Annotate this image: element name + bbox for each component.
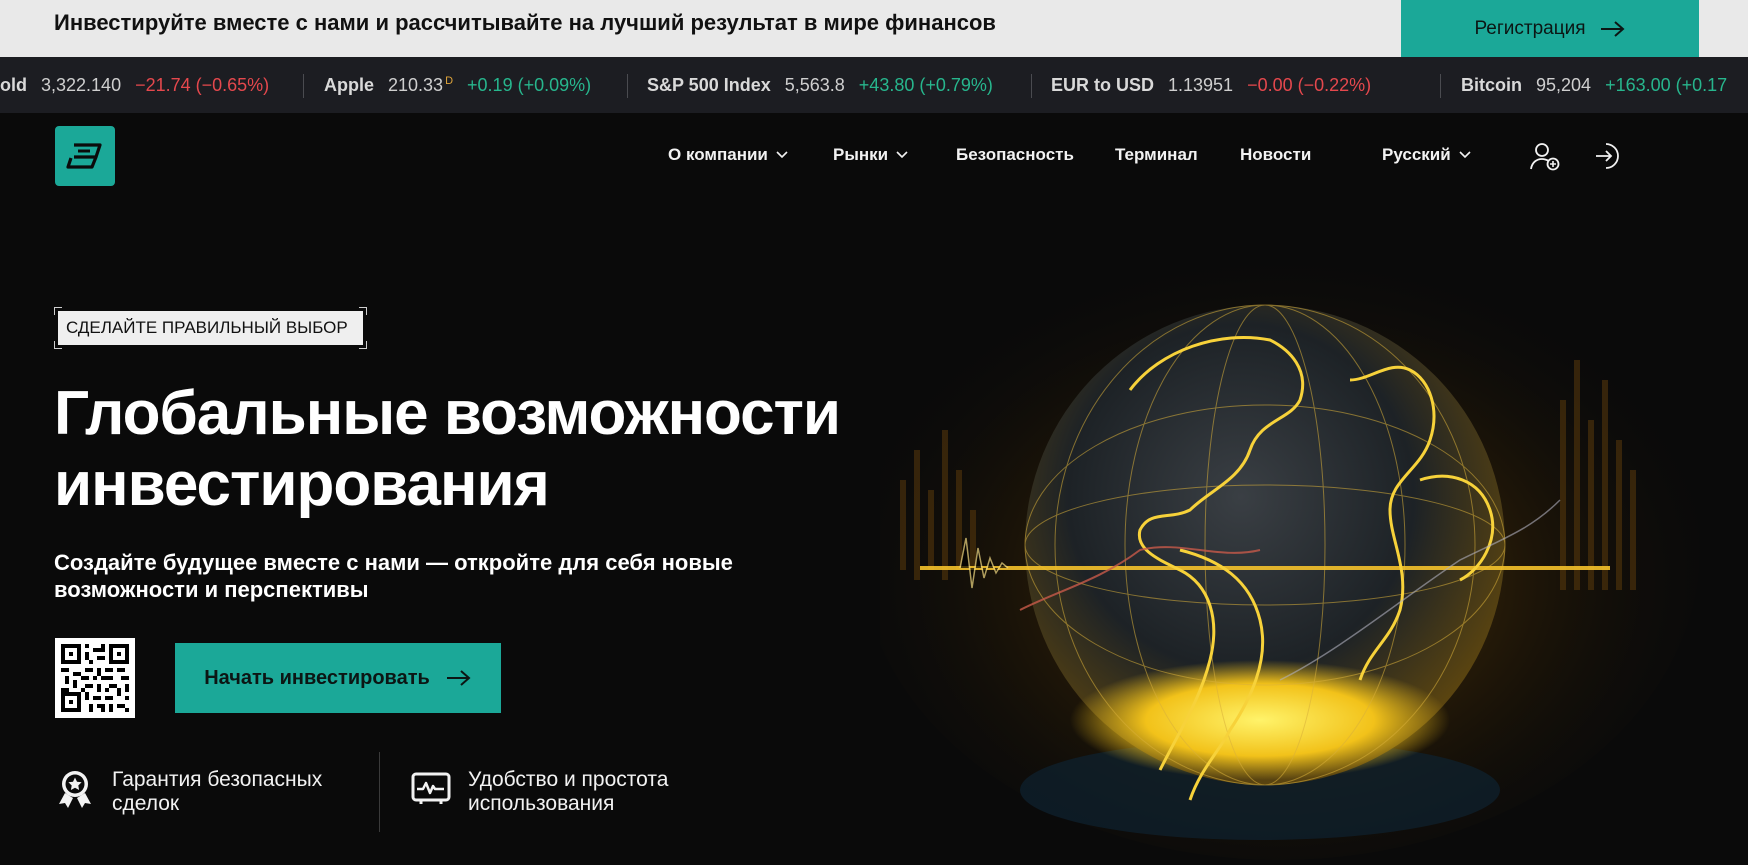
market-ticker: old 3,322.140 −21.74 (−0.65%) Apple 210.… [0, 57, 1748, 113]
hero-globe-image [880, 250, 1700, 860]
chevron-down-icon [1459, 151, 1471, 159]
nav-security[interactable]: Безопасность [956, 145, 1074, 165]
hero-title-line: инвестирования [54, 450, 550, 519]
feature-divider [379, 752, 380, 832]
brand-logo[interactable] [55, 126, 115, 186]
ticker-name: S&P 500 Index [647, 74, 771, 95]
register-button[interactable]: Регистрация [1401, 0, 1699, 57]
ticker-change: +0.19 (+0.09%) [467, 74, 592, 95]
register-label: Регистрация [1474, 17, 1586, 39]
feature-line: использования [468, 792, 615, 815]
ticker-divider [1440, 74, 1441, 98]
feature-text: Удобство и простота использования [468, 768, 668, 816]
logo-mark-icon [66, 143, 102, 169]
start-investing-button[interactable]: Начать инвестировать [175, 643, 501, 713]
ticker-divider [1031, 74, 1032, 98]
award-badge-icon [59, 771, 91, 808]
qr-code [55, 638, 135, 718]
nav-markets[interactable]: Рынки [833, 145, 908, 165]
login-icon[interactable] [1593, 140, 1625, 172]
language-selector[interactable]: Русский [1382, 145, 1471, 165]
ticker-change: −21.74 (−0.65%) [135, 74, 270, 95]
hero-badge: СДЕЛАЙТЕ ПРАВИЛЬНЫЙ ВЫБОР [54, 307, 367, 349]
chevron-down-icon [776, 151, 788, 159]
ticker-change: −0.00 (−0.22%) [1247, 74, 1372, 95]
ticker-price: 95,204 [1536, 74, 1592, 95]
hero-subtitle-line: Создайте будущее вместе с нами — откройт… [54, 550, 733, 575]
nav-news[interactable]: Новости [1240, 145, 1311, 165]
nav-terminal[interactable]: Терминал [1115, 145, 1198, 165]
user-add-icon[interactable] [1529, 140, 1561, 172]
language-label: Русский [1382, 145, 1451, 164]
nav-about[interactable]: О компании [668, 145, 788, 165]
ticker-item-bitcoin[interactable]: Bitcoin 95,204 +163.00 (+0.17 [1461, 57, 1727, 113]
ticker-name: old [0, 74, 27, 95]
chevron-down-icon [896, 151, 908, 159]
nav-terminal-label: Терминал [1115, 145, 1198, 164]
promo-bar: Инвестируйте вместе с нами и рассчитывай… [0, 0, 1748, 57]
hero-title-line: Глобальные возможности [54, 379, 841, 448]
ticker-item-gold[interactable]: old 3,322.140 −21.74 (−0.65%) [0, 57, 269, 113]
ticker-name: Apple [324, 74, 375, 95]
nav-news-label: Новости [1240, 145, 1312, 164]
feature-ease-of-use: Удобство и простота использования [410, 768, 668, 816]
ticker-divider [627, 74, 628, 98]
feature-line: сделок [112, 792, 180, 815]
ticker-price: 210.33 D [388, 74, 454, 95]
badge-label: СДЕЛАЙТЕ ПРАВИЛЬНЫЙ ВЫБОР [58, 311, 363, 345]
monitor-chart-icon [411, 772, 451, 804]
feature-safe-deals: Гарантия безопасных сделок [54, 768, 322, 816]
ticker-name: EUR to USD [1051, 74, 1154, 95]
feature-line: Гарантия безопасных [112, 768, 323, 791]
nav-security-label: Безопасность [956, 145, 1074, 164]
ticker-item-sp500[interactable]: S&P 500 Index 5,563.8 +43.80 (+0.79%) [647, 57, 993, 113]
ticker-divider [303, 74, 304, 98]
arrow-right-icon [446, 670, 471, 686]
arrow-right-icon [1600, 20, 1625, 37]
feature-line: Удобство и простота [468, 768, 669, 791]
ticker-price: 1.13951 [1168, 74, 1234, 95]
nav-about-label: О компании [668, 145, 768, 164]
cta-label: Начать инвестировать [204, 666, 430, 689]
ticker-change: +43.80 (+0.79%) [858, 74, 993, 95]
feature-text: Гарантия безопасных сделок [112, 768, 322, 816]
ticker-item-apple[interactable]: Apple 210.33 D +0.19 (+0.09%) [324, 57, 591, 113]
ticker-name: Bitcoin [1461, 74, 1522, 95]
ticker-price: 5,563.8 [784, 74, 845, 95]
nav-markets-label: Рынки [833, 145, 889, 164]
promo-text: Инвестируйте вместе с нами и рассчитывай… [54, 10, 996, 35]
qr-code-icon [61, 644, 129, 712]
hero-title: Глобальные возможности инвестирования [54, 378, 874, 520]
delayed-marker: D [445, 74, 454, 87]
ticker-change: +163.00 (+0.17 [1605, 74, 1728, 95]
ticker-item-eurusd[interactable]: EUR to USD 1.13951 −0.00 (−0.22%) [1051, 57, 1371, 113]
hero-subtitle: Создайте будущее вместе с нами — откройт… [54, 549, 814, 603]
ticker-price: 3,322.140 [41, 74, 122, 95]
hero-subtitle-line: возможности и перспективы [54, 577, 369, 602]
